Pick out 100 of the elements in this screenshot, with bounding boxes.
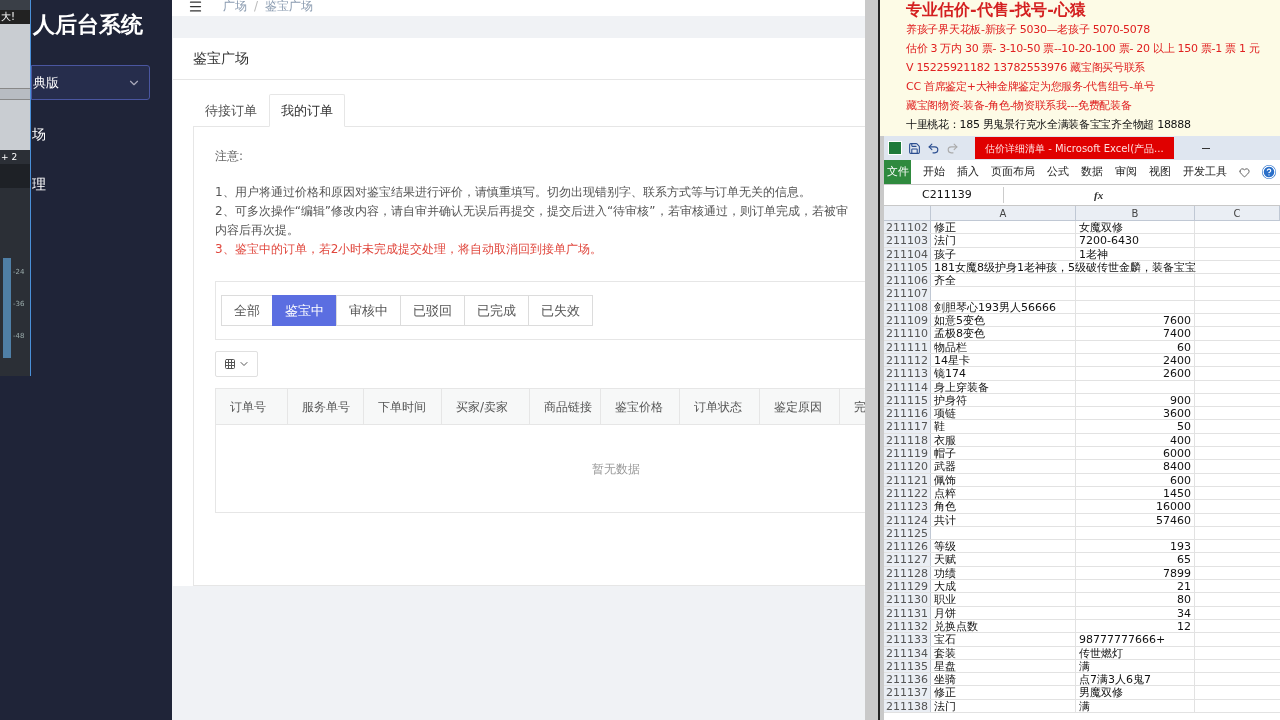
filter-button[interactable]: 已完成 — [464, 295, 529, 326]
table-cell: 50 — [1177, 420, 1191, 433]
table-cell: 1450 — [1163, 486, 1191, 500]
sidebar-item[interactable]: 场 — [31, 125, 172, 143]
filter-button[interactable]: 鉴宝中 — [272, 295, 337, 326]
ribbon-tab[interactable]: 插入 — [957, 163, 979, 181]
filter-button[interactable]: 已驳回 — [400, 295, 465, 326]
mixer-display — [0, 24, 30, 88]
column-toggle-button[interactable] — [215, 351, 258, 377]
help-icon[interactable] — [1262, 165, 1276, 179]
table-cell: 7600 — [1163, 314, 1191, 327]
table-cell: 12 — [1177, 619, 1191, 633]
table-cell: 点粹 — [934, 486, 956, 500]
table-cell: 男魔双修 — [1079, 686, 1123, 699]
column-header: A — [931, 206, 1076, 220]
file-tab[interactable]: 文件 — [884, 160, 911, 184]
document-line: 十里桃花：185 男鬼景行克水全满装备宝宝齐全物超 18888 — [906, 117, 1192, 133]
ribbon-tab[interactable]: 审阅 — [1115, 163, 1137, 181]
table-cell: 8400 — [1163, 460, 1191, 473]
sidebar-item[interactable]: 理 — [31, 175, 172, 193]
document-line: 估价 3 万内 30 票- 3-10-50 票--10-20-100 票- 20 以上 150 票-1 票 1 元 — [906, 41, 1261, 57]
table-cell: 600 — [1170, 473, 1191, 486]
table-cell: 2600 — [1163, 367, 1191, 380]
table-cell: 400 — [1170, 433, 1191, 447]
table-cell: 点7满3人6鬼7 — [1079, 673, 1151, 686]
row-number: 211103 — [884, 234, 931, 247]
table-cell: 修正 — [934, 221, 956, 234]
empty-text: 暂无数据 — [592, 460, 640, 478]
name-box[interactable]: C211139 — [884, 186, 1004, 204]
table-cell: 3600 — [1163, 407, 1191, 420]
table-cell: 鞋 — [934, 420, 945, 434]
notice-text: 1、用户将通过价格和原因对鉴宝结果进行评价，请慎重填写。切勿出现错别字、联系方式等与订单无关的信息。 — [215, 184, 812, 201]
row-number: 211107 — [884, 287, 931, 300]
menu-icon[interactable] — [188, 0, 203, 14]
table-cell: 职业 — [934, 593, 956, 607]
heart-icon[interactable] — [1239, 166, 1250, 178]
table-cell: 57460 — [1156, 513, 1191, 526]
ribbon-tab[interactable]: 开发工具 — [1183, 163, 1227, 181]
table-cell: 女魔双修 — [1079, 221, 1123, 234]
tab[interactable]: 待接订单 — [193, 94, 269, 127]
column-header: 鉴宝价格 — [601, 389, 680, 424]
column-header: 鉴定原因 — [760, 389, 840, 424]
version-select[interactable]: 典版 — [31, 65, 150, 100]
scrollbar[interactable] — [865, 0, 878, 720]
table-cell: 共计 — [934, 513, 956, 527]
table-cell: 身上穿装备 — [934, 380, 989, 394]
tab[interactable]: 我的订单 — [269, 94, 345, 127]
filter-button[interactable]: 已失效 — [528, 295, 593, 326]
ribbon-tab[interactable]: 页面布局 — [991, 163, 1035, 181]
row-number: 211123 — [884, 500, 931, 513]
row-number: 211127 — [884, 553, 931, 566]
table-cell: 193 — [1170, 540, 1191, 553]
table-cell: 星盘 — [934, 659, 956, 673]
save-icon[interactable] — [908, 141, 921, 155]
undo-icon[interactable] — [927, 141, 940, 155]
row-number: 211133 — [884, 633, 931, 646]
table-cell: 护身符 — [934, 393, 967, 407]
row-number: 211120 — [884, 460, 931, 473]
table-cell: 6000 — [1163, 447, 1191, 460]
column-header: 服务单号 — [288, 389, 364, 424]
table-cell: 齐全 — [934, 274, 956, 288]
notice-heading: 注意: — [215, 148, 245, 165]
filter-button[interactable]: 全部 — [221, 295, 273, 326]
ribbon-tab[interactable]: 视图 — [1149, 163, 1171, 181]
document-line: V 15225921182 13782553976 藏宝阁买号联系 — [906, 60, 1147, 76]
row-number: 211109 — [884, 314, 931, 327]
table-cell: 项链 — [934, 407, 956, 421]
function-label[interactable]: fx — [1094, 186, 1104, 204]
ribbon-tab[interactable]: 公式 — [1047, 163, 1069, 181]
filter-button[interactable]: 审核中 — [336, 295, 401, 326]
table-cell: 等级 — [934, 540, 956, 554]
mixer-control-strip — [0, 164, 30, 188]
table-cell: 天赋 — [934, 553, 956, 567]
column-header: C — [1195, 206, 1280, 220]
mixer-control-strip — [0, 88, 30, 100]
table-cell: 7200-6430 — [1079, 234, 1139, 247]
column-header: 买家/卖家 — [442, 389, 530, 424]
table-cell: 满 — [1079, 659, 1090, 673]
table-cell: 功绩 — [934, 566, 956, 580]
table-cell: 法门 — [934, 234, 956, 248]
table-cell: 修正 — [934, 686, 956, 700]
row-number: 211119 — [884, 447, 931, 460]
ribbon-tab[interactable]: 数据 — [1081, 163, 1103, 181]
table-cell: 传世燃灯 — [1079, 646, 1123, 659]
table-cell: 武器 — [934, 460, 956, 474]
row-number: 211106 — [884, 274, 931, 287]
notice-text: 2、可多次操作“编辑”修改内容，请自审并确认无误后再提交，提交后进入“待审核”，若审核通过，则订单完成，若被审 — [215, 203, 849, 220]
document-line: 专业估价-代售-找号-心猿 — [906, 0, 1087, 20]
row-number: 211137 — [884, 686, 931, 699]
minimize-icon[interactable] — [1201, 147, 1210, 149]
excel-logo-icon — [888, 141, 902, 155]
ribbon-tab[interactable]: 开始 — [923, 163, 945, 181]
column-header: B — [1076, 206, 1195, 220]
row-number: 211129 — [884, 580, 931, 593]
table-cell: 剑胆琴心193男人56666 — [934, 300, 1056, 314]
table-cell: 角色 — [934, 500, 956, 514]
table-cell: 2400 — [1163, 353, 1191, 367]
row-number: 211136 — [884, 673, 931, 686]
column-header: 订单号 — [216, 389, 288, 424]
document-line: 养孩子界天花板-新孩子 5030—老孩子 5070-5078 — [906, 22, 1151, 38]
